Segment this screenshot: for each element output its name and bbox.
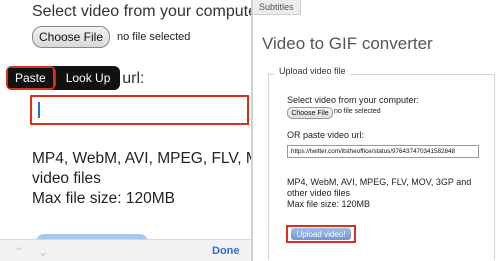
- text-caret: [38, 102, 40, 118]
- upload-legend: Upload video file: [275, 66, 350, 76]
- formats-line-1: MP4, WebM, AVI, MPEG, FLV, MC: [32, 150, 251, 167]
- keyboard-toolbar: ⌃ ⌄ Done: [0, 239, 251, 261]
- paste-menu-item[interactable]: Paste: [6, 66, 55, 90]
- select-video-label: Select video from your computer: [32, 3, 251, 20]
- chevron-down-icon[interactable]: ⌄: [38, 245, 48, 259]
- max-size-text: Max file size: 120MB: [287, 199, 371, 209]
- no-file-text: no file selected: [334, 108, 381, 115]
- formats-info: MP4, WebM, AVI, MPEG, FLV, MC video file…: [32, 149, 251, 209]
- chevron-up-icon[interactable]: ⌃: [14, 245, 24, 259]
- context-menu: Paste Look Up: [6, 66, 121, 90]
- select-video-label: Select video from your computer:: [287, 95, 420, 105]
- formats-text: MP4, WebM, AVI, MPEG, FLV, MOV, 3GP and …: [287, 177, 472, 198]
- desktop-view-panel: Subtitles Video to GIF converter Upload …: [253, 0, 500, 261]
- max-size-text: Max file size: 120MB: [32, 190, 175, 207]
- page-title: Video to GIF converter: [262, 34, 433, 53]
- tab-subtitles[interactable]: Subtitles: [253, 0, 301, 15]
- formats-line-2: video files: [32, 170, 101, 187]
- choose-file-button[interactable]: Choose File: [32, 26, 110, 48]
- paste-url-label: OR paste video url:: [287, 130, 365, 140]
- video-url-input[interactable]: [30, 95, 249, 125]
- mobile-view-panel: Select video from your computer Choose F…: [0, 0, 251, 261]
- upload-button-highlight: Upload video!: [286, 225, 356, 243]
- no-file-text: no file selected: [117, 31, 191, 43]
- done-button[interactable]: Done: [212, 245, 240, 257]
- video-url-input[interactable]: https://twitter.com/itstheoffice/status/…: [287, 145, 479, 158]
- formats-info: MP4, WebM, AVI, MPEG, FLV, MOV, 3GP and …: [287, 177, 492, 210]
- look-up-menu-item[interactable]: Look Up: [56, 66, 121, 90]
- choose-file-button[interactable]: Choose File: [287, 107, 333, 119]
- upload-video-button[interactable]: Upload video!: [291, 228, 351, 240]
